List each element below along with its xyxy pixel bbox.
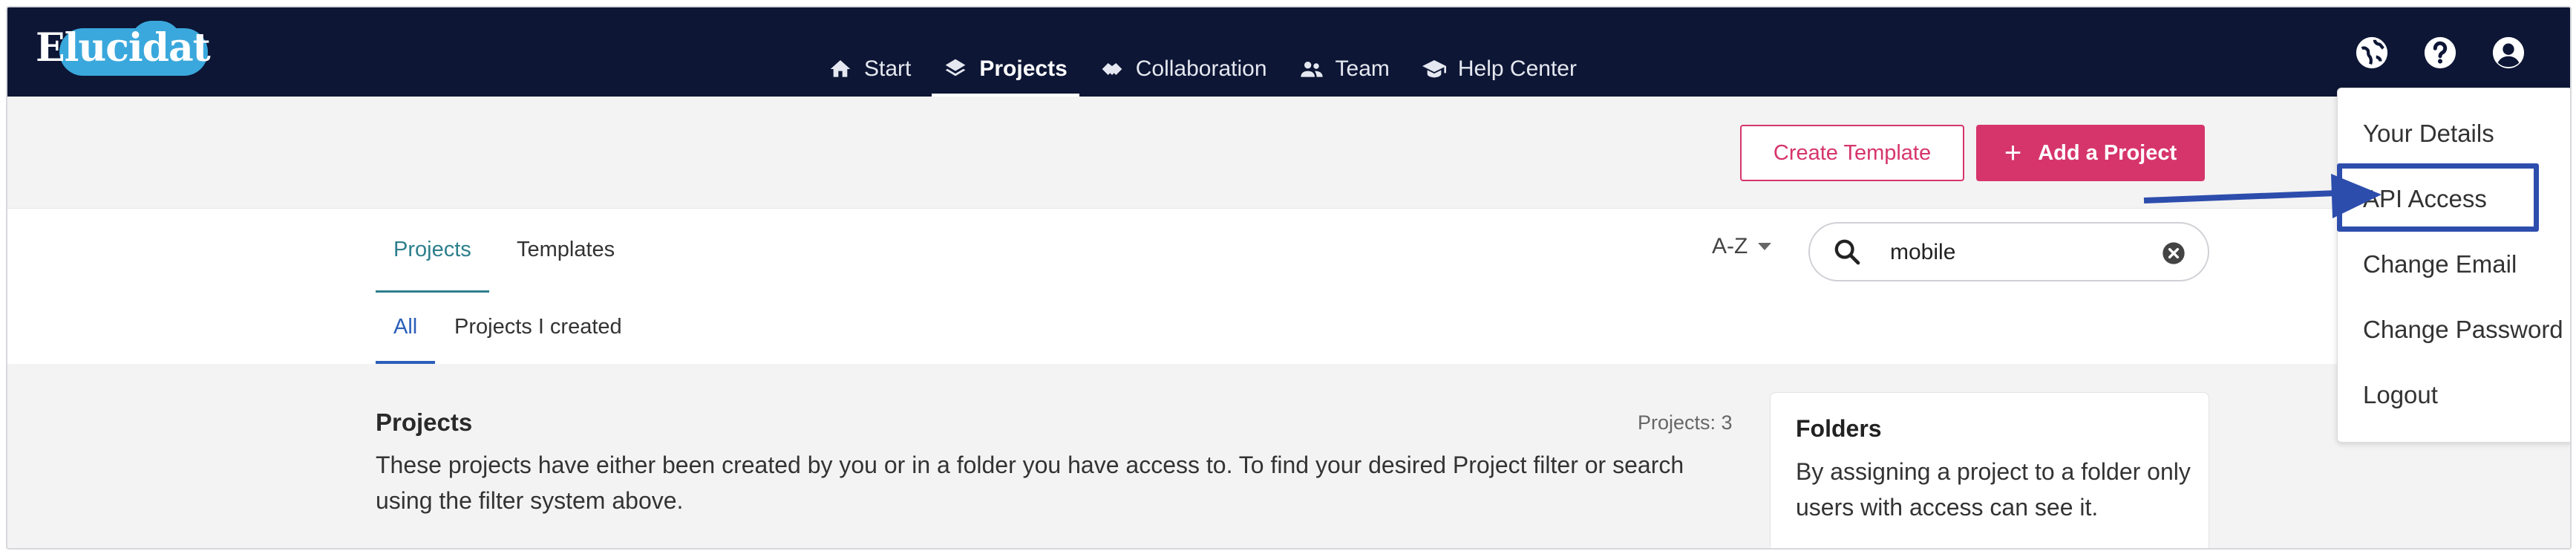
nav-item-label: Collaboration [1135, 56, 1267, 81]
user-account-icon[interactable] [2491, 36, 2526, 70]
nav-item-label: Team [1335, 56, 1390, 81]
tab-projects[interactable]: Projects [376, 209, 489, 293]
menu-item-change-password[interactable]: Change Password [2363, 316, 2563, 344]
app-window: Elucidat Start Projects Collaboration Te… [6, 6, 2572, 550]
top-nav-bar: Elucidat Start Projects Collaboration Te… [7, 7, 2570, 97]
users-icon [1300, 62, 1323, 77]
nav-item-team[interactable]: Team [1288, 45, 1402, 94]
nav-item-label: Projects [979, 56, 1068, 81]
page-title: Projects [376, 408, 473, 436]
clear-search-icon[interactable] [2162, 241, 2186, 265]
search-input[interactable] [1889, 234, 2159, 271]
action-bar: Create Template + Add a Project [7, 97, 2570, 208]
top-right-icons [2355, 36, 2526, 70]
nav-item-label: Start [864, 56, 912, 81]
tabs-row: Projects Templates A-Z [7, 208, 2570, 294]
projects-description: These projects have either been created … [376, 452, 1684, 514]
create-template-button[interactable]: Create Template [1740, 125, 1964, 181]
add-project-label: Add a Project [2038, 140, 2177, 165]
subtabs-row: All Projects I created [7, 293, 2570, 365]
search-box[interactable] [1808, 222, 2209, 281]
search-icon [1834, 239, 1860, 265]
logo-text: Elucidat [36, 25, 211, 71]
subtab-all[interactable]: All [376, 293, 436, 364]
caret-down-icon [1758, 243, 1772, 250]
menu-item-your-details[interactable]: Your Details [2363, 120, 2494, 148]
nav-item-help-center[interactable]: Help Center [1410, 45, 1589, 94]
main-nav: Start Projects Collaboration Team Help C… [817, 45, 1598, 97]
folders-panel: Folders By assigning a project to a fold… [1770, 392, 2209, 548]
layers-icon [946, 59, 966, 76]
sort-dropdown[interactable]: A-Z [1712, 234, 1772, 259]
nav-item-projects[interactable]: Projects [932, 45, 1079, 97]
graduation-cap-icon [1422, 60, 1446, 78]
home-icon [830, 60, 851, 77]
handshake-icon [1102, 63, 1122, 75]
menu-item-change-email[interactable]: Change Email [2363, 250, 2517, 278]
globe-icon[interactable] [2355, 36, 2389, 70]
highlight-box [2337, 163, 2539, 232]
nav-item-collaboration[interactable]: Collaboration [1088, 45, 1279, 94]
subtab-projects-i-created[interactable]: Projects I created [454, 293, 622, 361]
tab-templates[interactable]: Templates [517, 209, 615, 290]
sort-label: A-Z [1712, 234, 1748, 258]
main-content: Projects Projects: 3 These projects have… [7, 364, 2570, 548]
folders-description: By assigning a project to a folder only … [1796, 458, 2191, 521]
folders-title: Folders [1796, 415, 1882, 442]
help-icon[interactable] [2423, 36, 2457, 70]
plus-icon: + [2004, 137, 2022, 169]
nav-item-start[interactable]: Start [817, 45, 923, 94]
projects-count: Projects: 3 [1638, 411, 1733, 434]
menu-item-logout[interactable]: Logout [2363, 381, 2438, 409]
account-menu: Your Details API Access Change Email Cha… [2337, 88, 2570, 443]
add-project-button[interactable]: + Add a Project [1976, 125, 2205, 181]
nav-item-label: Help Center [1457, 56, 1577, 81]
